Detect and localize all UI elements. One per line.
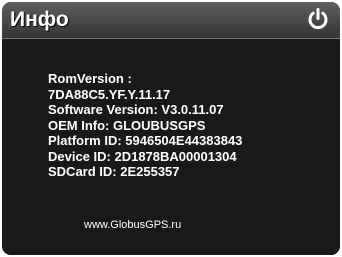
info-list: RomVersion : 7DA88C5.YF.Y.11.17 Software… bbox=[48, 71, 242, 180]
device-id: Device ID: 2D1878BA00001304 bbox=[48, 148, 237, 164]
platform-id: Platform ID: 5946504E44383843 bbox=[48, 133, 243, 148]
website-link: www.GlobusGPS.ru bbox=[84, 219, 182, 231]
power-icon bbox=[308, 8, 328, 30]
power-button[interactable] bbox=[306, 7, 330, 31]
oem-info: OEM Info: GLOUBUSGPS bbox=[48, 117, 206, 133]
software-version: Software Version: V3.0.11.07 bbox=[48, 102, 224, 117]
info-panel: RomVersion : 7DA88C5.YF.Y.11.17 Software… bbox=[2, 39, 340, 255]
screen: Инфо RomVersion : 7DA88C5.YF.Y.11.17 Sof… bbox=[0, 0, 342, 257]
device-window: Инфо RomVersion : 7DA88C5.YF.Y.11.17 Sof… bbox=[2, 2, 340, 255]
title-bar: Инфо bbox=[2, 2, 340, 39]
rom-version-value: 7DA88C5.YF.Y.11.17 bbox=[48, 86, 171, 102]
sdcard-id: SDCard ID: 2E255357 bbox=[48, 164, 180, 179]
rom-version-label: RomVersion : bbox=[48, 71, 132, 86]
page-title: Инфо bbox=[10, 8, 69, 31]
